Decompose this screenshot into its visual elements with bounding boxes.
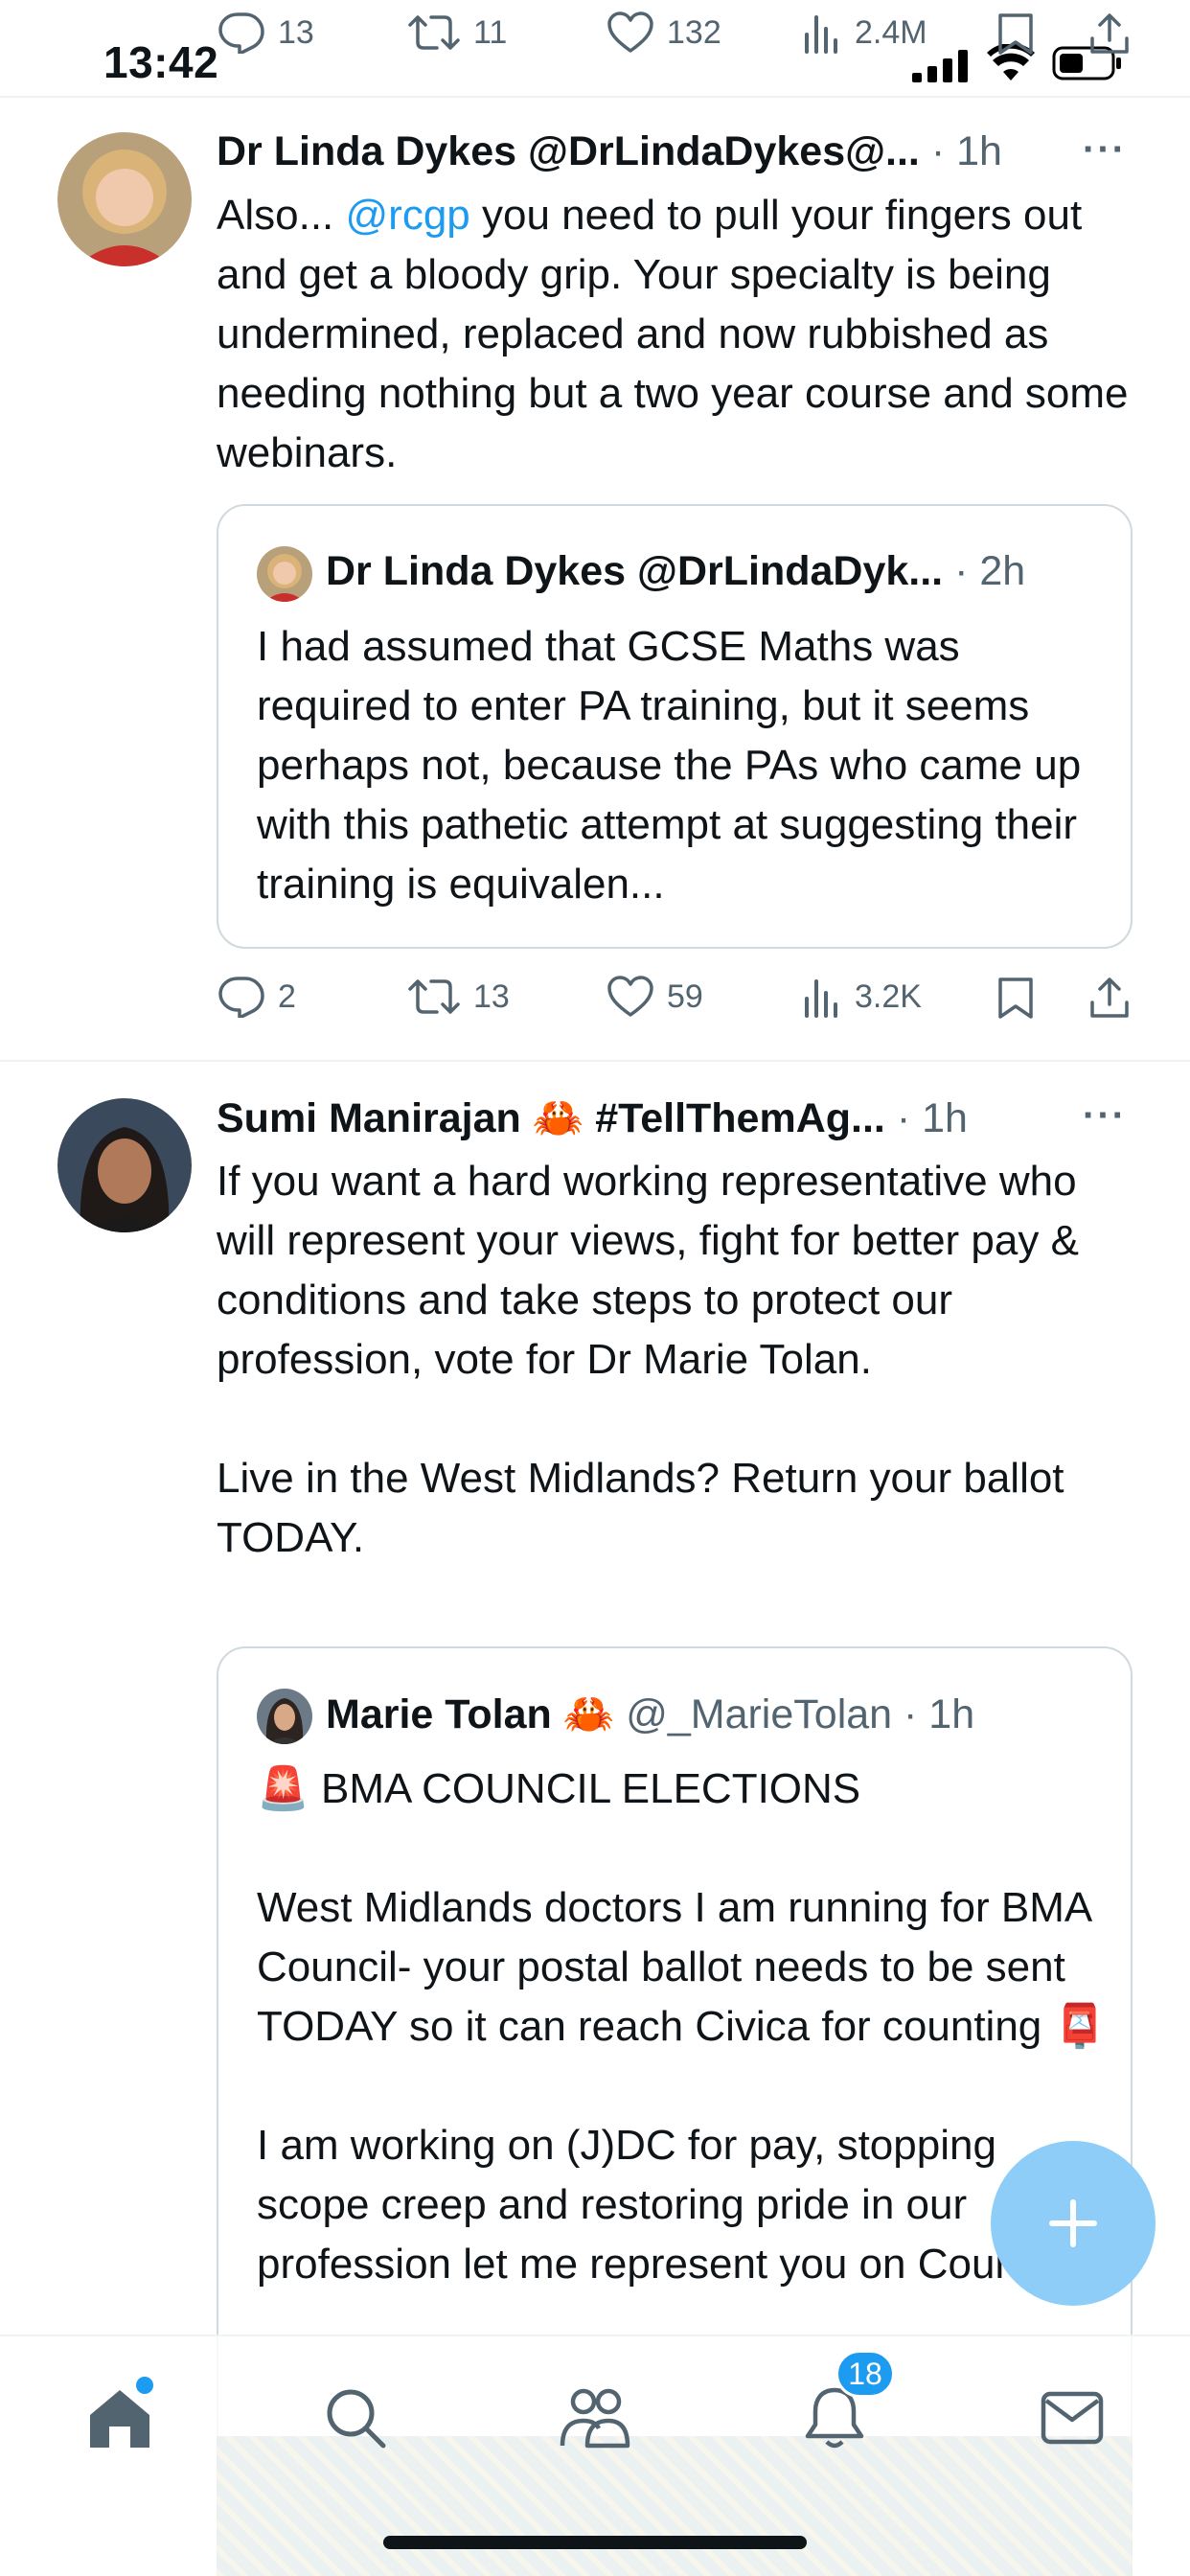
quote-time: 1h — [928, 1691, 975, 1737]
bookmark-button[interactable] — [996, 12, 1035, 56]
avatar[interactable] — [57, 1098, 192, 1232]
like-count: 59 — [667, 978, 703, 1015]
quote-author-name: Dr Linda Dykes — [326, 548, 627, 594]
nav-home[interactable] — [77, 2375, 163, 2461]
repost-button[interactable]: 13 — [408, 976, 510, 1018]
quote-avatar — [257, 1689, 312, 1744]
share-icon — [1090, 978, 1129, 1018]
views-icon — [805, 15, 837, 54]
compose-button[interactable] — [991, 2141, 1156, 2306]
views-button[interactable]: 2.4M — [803, 12, 927, 54]
share-button[interactable] — [1088, 12, 1131, 56]
like-button[interactable]: 59 — [607, 976, 703, 1018]
quote-time: 2h — [979, 548, 1026, 594]
cellular-signal-icon — [912, 50, 968, 82]
repost-count: 13 — [473, 978, 510, 1015]
quote-text: 🚨 BMA COUNCIL ELECTIONS West Midlands do… — [257, 1765, 1107, 2288]
bookmark-icon — [998, 978, 1033, 1019]
quote-author-handle: @_MarieTolan — [626, 1691, 893, 1737]
quote-text: I had assumed that GCSE Maths was requir… — [257, 623, 1093, 908]
views-count: 3.2K — [855, 978, 922, 1015]
more-icon[interactable]: ··· — [1083, 128, 1127, 172]
tweet-text-start: Also... — [217, 192, 346, 239]
more-icon[interactable]: ··· — [1083, 1094, 1127, 1138]
quote-author-handle: @DrLindaDyk... — [637, 548, 944, 594]
nav-communities[interactable] — [552, 2375, 638, 2461]
divider — [0, 1060, 1190, 1062]
author-name[interactable]: Dr Linda Dykes — [217, 128, 516, 175]
reply-button[interactable]: 2 — [218, 976, 296, 1018]
nav-messages[interactable] — [1029, 2375, 1115, 2461]
divider — [0, 96, 1190, 98]
status-bar-time: 13:42 — [103, 37, 219, 87]
reply-button[interactable]: 13 — [218, 12, 314, 54]
reply-count: 13 — [278, 13, 314, 51]
mention-link[interactable]: @rcgp — [346, 192, 470, 239]
communities-icon — [560, 2388, 630, 2449]
unread-dot — [136, 2377, 153, 2394]
tweet-text: Also... @rcgp you need to pull your fing… — [217, 186, 1136, 483]
nav-notifications[interactable]: 18 — [791, 2350, 895, 2461]
repost-icon — [408, 979, 460, 1014]
notification-badge: 18 — [835, 2350, 895, 2398]
share-icon — [1090, 13, 1129, 54]
quote-header: Marie Tolan 🦀 @_MarieTolan · 1h — [326, 1691, 975, 1737]
repost-count: 11 — [473, 13, 508, 51]
home-icon — [90, 2390, 149, 2448]
quote-header: Dr Linda Dykes @DrLindaDyk... · 2h — [326, 548, 1026, 594]
like-button[interactable]: 132 — [607, 12, 721, 54]
author-name[interactable]: Sumi Manirajan 🦀 #TellThemAg... — [217, 1094, 885, 1142]
views-count: 2.4M — [855, 13, 927, 51]
views-button[interactable]: 3.2K — [803, 976, 922, 1018]
bookmark-button[interactable] — [996, 976, 1035, 1020]
tweet-text: If you want a hard working representativ… — [217, 1158, 1079, 1561]
bookmark-icon — [998, 13, 1033, 55]
repost-icon — [408, 15, 460, 50]
repost-button[interactable]: 11 — [408, 12, 507, 54]
quote-tweet-card[interactable]: Dr Linda Dykes @DrLindaDyk... · 2h I had… — [217, 504, 1133, 949]
share-button[interactable] — [1088, 976, 1131, 1020]
avatar[interactable] — [57, 132, 192, 266]
quote-author-name: Marie Tolan 🦀 — [326, 1691, 615, 1737]
nav-search[interactable] — [312, 2375, 399, 2461]
reply-count: 2 — [278, 978, 296, 1015]
search-icon — [327, 2389, 386, 2449]
tweet-time[interactable]: 1h — [956, 128, 1002, 175]
reply-icon — [218, 977, 264, 1018]
tweet-header: Dr Linda Dykes @DrLindaDykes@... · 1h — [217, 128, 1002, 175]
messages-icon — [1041, 2391, 1104, 2445]
tweet-time[interactable]: 1h — [922, 1095, 968, 1142]
home-indicator — [383, 2536, 807, 2549]
compose-icon — [1049, 2199, 1097, 2247]
author-handle[interactable]: @DrLindaDykes@... — [528, 128, 920, 175]
views-icon — [805, 979, 837, 1018]
like-count: 132 — [667, 13, 721, 51]
like-icon — [607, 12, 653, 53]
reply-icon — [218, 12, 264, 54]
quote-avatar — [257, 546, 312, 602]
tweet-header: Sumi Manirajan 🦀 #TellThemAg... · 1h — [217, 1094, 968, 1142]
like-icon — [607, 976, 653, 1017]
